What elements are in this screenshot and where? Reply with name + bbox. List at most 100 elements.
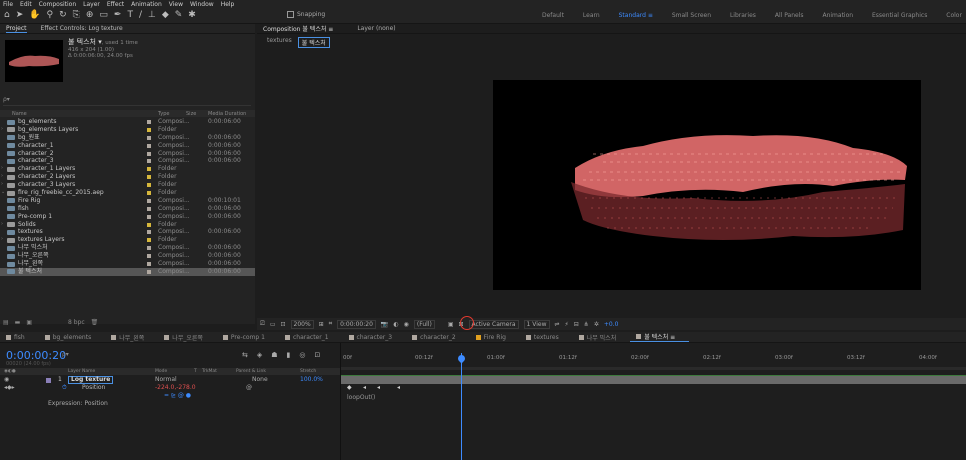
pickwhip-icon[interactable]: @ [246,384,252,392]
list-item[interactable]: character_3 Composi... 0:00:06:00 [0,157,255,165]
list-item[interactable]: › bg_elements Layers Folder [0,126,255,134]
expand-arrow-icon[interactable]: › [1,173,3,181]
interpret-footage-icon[interactable]: ▤ [3,319,9,326]
column-type[interactable]: Type [158,111,169,117]
region-icon[interactable]: ⊡ [280,321,285,328]
view-layout-select[interactable]: 1 View [523,319,550,329]
type-tool-icon[interactable]: T [127,10,133,20]
label-color-swatch[interactable] [147,262,151,267]
timeline-tab[interactable]: Fire Rig [470,334,520,341]
breadcrumb-current[interactable]: 불 텍스처 [297,37,330,48]
label-color-swatch[interactable] [147,230,151,235]
menu-view[interactable]: View [169,1,183,8]
label-color-swatch[interactable] [147,127,151,132]
layer-tab[interactable]: Layer (none) [357,25,395,32]
timeline-search-input[interactable]: ρ▾ [62,351,69,358]
expand-arrow-icon[interactable]: › [1,181,3,189]
menu-composition[interactable]: Composition [39,1,76,8]
label-color-swatch[interactable] [147,238,151,243]
label-color-swatch[interactable] [147,206,151,211]
position-value[interactable]: -224.0,-278.0 [155,384,196,392]
column-t[interactable]: T [194,369,197,374]
camera-snapshot-icon[interactable]: 📷 [381,321,388,328]
parent-select[interactable]: None [252,376,268,384]
frame-blend-icon[interactable]: ▮ [287,351,291,359]
tab-effect-controls[interactable]: Effect Controls: Log texture [41,25,123,32]
label-color-swatch[interactable] [147,198,151,203]
workspace-essential-graphics[interactable]: Essential Graphics [872,12,927,19]
expand-arrow-icon[interactable]: › [1,236,3,244]
workspace-small-screen[interactable]: Small Screen [672,12,711,19]
mask-tool-icon[interactable]: ▭ [99,10,108,20]
timeline-graph-area[interactable]: 00f 00:12f 01:00f 01:12f 02:00f 02:12f 03:00f 0… [340,343,966,460]
column-name[interactable]: Name [12,111,27,117]
new-folder-icon[interactable]: ▬ [15,319,21,326]
column-mode[interactable]: Mode [155,369,167,374]
label-color-swatch[interactable] [147,151,151,156]
current-time-display[interactable]: 0:00:00:20 [337,319,376,329]
column-layer-name[interactable]: Layer Name [68,369,95,374]
list-item[interactable]: 불 텍스처 Composi... 0:00:06:00 [0,267,255,276]
list-item[interactable]: fish Composi... 0:00:06:00 [0,205,255,213]
stretch-value[interactable]: 100.0% [300,376,323,384]
mask-toggle-icon[interactable]: ⌗ [329,320,332,328]
keyframe-icon[interactable]: ◂ [363,384,366,391]
comp-flowchart-icon[interactable]: ⇆ [242,351,248,359]
keyframe-icon[interactable]: ◂ [397,384,400,391]
preview-icon[interactable]: ▭ [270,321,276,328]
expression-switches[interactable]: = ⊵ @ ● [164,392,191,400]
label-color-swatch[interactable] [147,183,151,188]
timeline-tab[interactable]: 불 텍스처 ≡ [630,332,690,342]
menu-edit[interactable]: Edit [20,1,32,8]
list-item[interactable]: bg_원표 Composi... 0:00:06:00 [0,134,255,142]
timeline-tab[interactable]: textures [520,334,573,341]
expand-arrow-icon[interactable]: ⌄ [1,189,5,197]
stopwatch-icon[interactable]: ⏱ [62,384,67,392]
blend-mode-select[interactable]: Normal [155,376,177,384]
shy-icon[interactable]: ☗ [271,351,277,359]
workspace-default[interactable]: Default [542,12,564,19]
resolution-select[interactable]: (Full) [413,319,435,329]
label-color-swatch[interactable] [147,143,151,148]
menu-layer[interactable]: Layer [83,1,100,8]
fast-preview-icon[interactable]: ⚡ [565,321,569,328]
workspace-learn[interactable]: Learn [583,12,600,19]
list-item[interactable]: textures Composi... 0:00:06:00 [0,228,255,236]
list-item[interactable]: 나무_왼쪽 Composi... 0:00:06:00 [0,260,255,268]
composition-tab[interactable]: Composition 불 텍스처 ≡ [263,24,333,33]
label-color-swatch[interactable] [147,222,151,227]
label-color-swatch[interactable] [147,269,151,274]
timeline-tab[interactable]: 나무_왼쪽 [105,333,158,342]
list-item[interactable]: › Solids Folder [0,221,255,229]
label-color-swatch[interactable] [147,246,151,251]
menu-file[interactable]: File [3,1,13,8]
layer-name[interactable]: Log texture [68,376,114,384]
list-item[interactable]: › character_1 Layers Folder [0,165,255,173]
zoom-select[interactable]: 200% [290,319,314,329]
label-color-swatch[interactable] [147,214,151,219]
timeline-tab[interactable]: character_3 [343,334,407,341]
hand-tool-icon[interactable]: ✋ [29,10,40,20]
draft-3d-icon[interactable]: ◈ [257,351,262,359]
timeline-tab[interactable]: 나무_오른쪽 [158,333,217,342]
tab-project[interactable]: Project [6,25,27,33]
keyframe-icon[interactable]: ◂ [377,384,380,391]
timeline-tab[interactable]: fish [0,334,39,341]
list-item[interactable]: 나무 믹스처 Composi... 0:00:06:00 [0,244,255,252]
keyframe-nav-icon[interactable]: ◂◆▸ [4,384,15,392]
keyframe-icon[interactable]: ◆ [347,384,352,391]
breadcrumb-textures[interactable]: textures [267,37,292,48]
rotate-tool-icon[interactable]: ↻ [59,10,67,20]
menu-window[interactable]: Window [190,1,214,8]
column-stretch[interactable]: Stretch [300,369,316,374]
snapping-toggle[interactable]: Snapping [287,11,325,18]
work-area-bar[interactable] [341,367,966,370]
trash-icon[interactable]: 🗑 [91,319,99,326]
stamp-tool-icon[interactable]: ⊥ [148,10,156,20]
roto-tool-icon[interactable]: ✎ [175,10,183,20]
list-item[interactable]: ⌄ fire_rig_freebie_cc_2015.aep Folder [0,189,255,197]
home-icon[interactable]: ⌂ [4,10,10,20]
menu-help[interactable]: Help [221,1,235,8]
bpc-label[interactable]: 8 bpc [68,319,85,326]
menu-animation[interactable]: Animation [131,1,162,8]
